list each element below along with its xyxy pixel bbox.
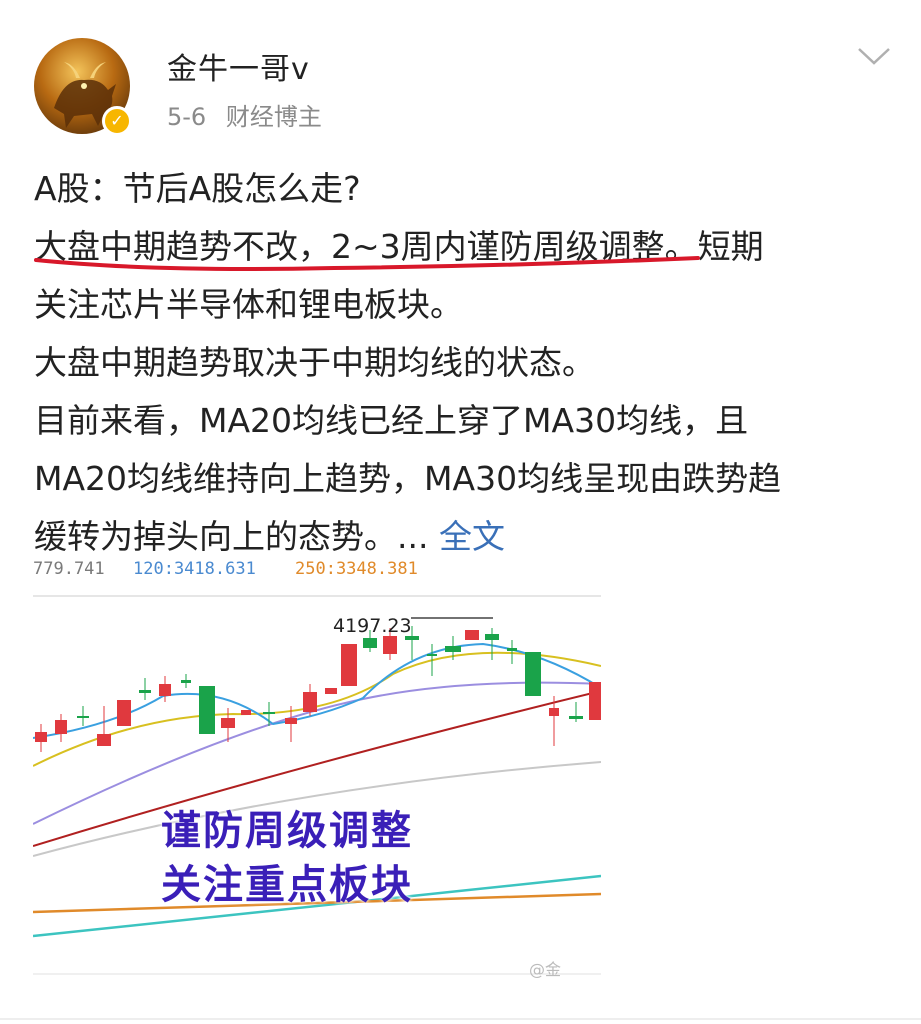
top-label-2: 120:3418.631 (133, 559, 256, 579)
chevron-down-icon[interactable] (856, 44, 892, 68)
verified-badge-icon: ✓ (102, 106, 132, 136)
post-line-7-text: 缓转为掉头向上的态势。... (34, 517, 429, 556)
top-label-1: 779.741 (33, 559, 105, 579)
post-line-6: MA20均线维持向上趋势，MA30均线呈现由跌势趋 (34, 459, 782, 498)
author-role: 财经博主 (225, 103, 322, 131)
post-divider (0, 1018, 921, 1020)
full-text-link[interactable]: 全文 (439, 517, 505, 556)
top-label-3: 250:3348.381 (295, 559, 418, 579)
overlay-caption-1: 谨防周级调整 (161, 808, 413, 854)
candles (35, 626, 601, 752)
weibo-watermark: @金 (529, 960, 562, 979)
post-date: 5-6 (167, 103, 207, 131)
post-body: A股：节后A股怎么走? 大盘中期趋势不改，2~3周内谨防周级调整。短期 关注芯片… (34, 160, 904, 566)
post-meta: 5-6 财经博主 (167, 97, 334, 132)
post-line-4: 大盘中期趋势取决于中期均线的状态。 (34, 343, 595, 382)
post-line-5: 目前来看，MA20均线已经上穿了MA30均线，且 (34, 401, 749, 440)
chart-image[interactable]: 779.741 120:3418.631 250:3348.381 4197.2… (33, 556, 601, 980)
handdrawn-underline (34, 256, 700, 271)
post-line-1: A股：节后A股怎么走? (34, 169, 361, 208)
candlestick-chart-graphic: 779.741 120:3418.631 250:3348.381 4197.2… (33, 559, 601, 975)
peak-price-label: 4197.23 (333, 615, 412, 637)
overlay-caption-2: 关注重点板块 (161, 862, 413, 908)
username[interactable]: 金牛一哥v (167, 44, 310, 88)
post-line-3: 关注芯片半导体和锂电板块。 (34, 285, 463, 324)
